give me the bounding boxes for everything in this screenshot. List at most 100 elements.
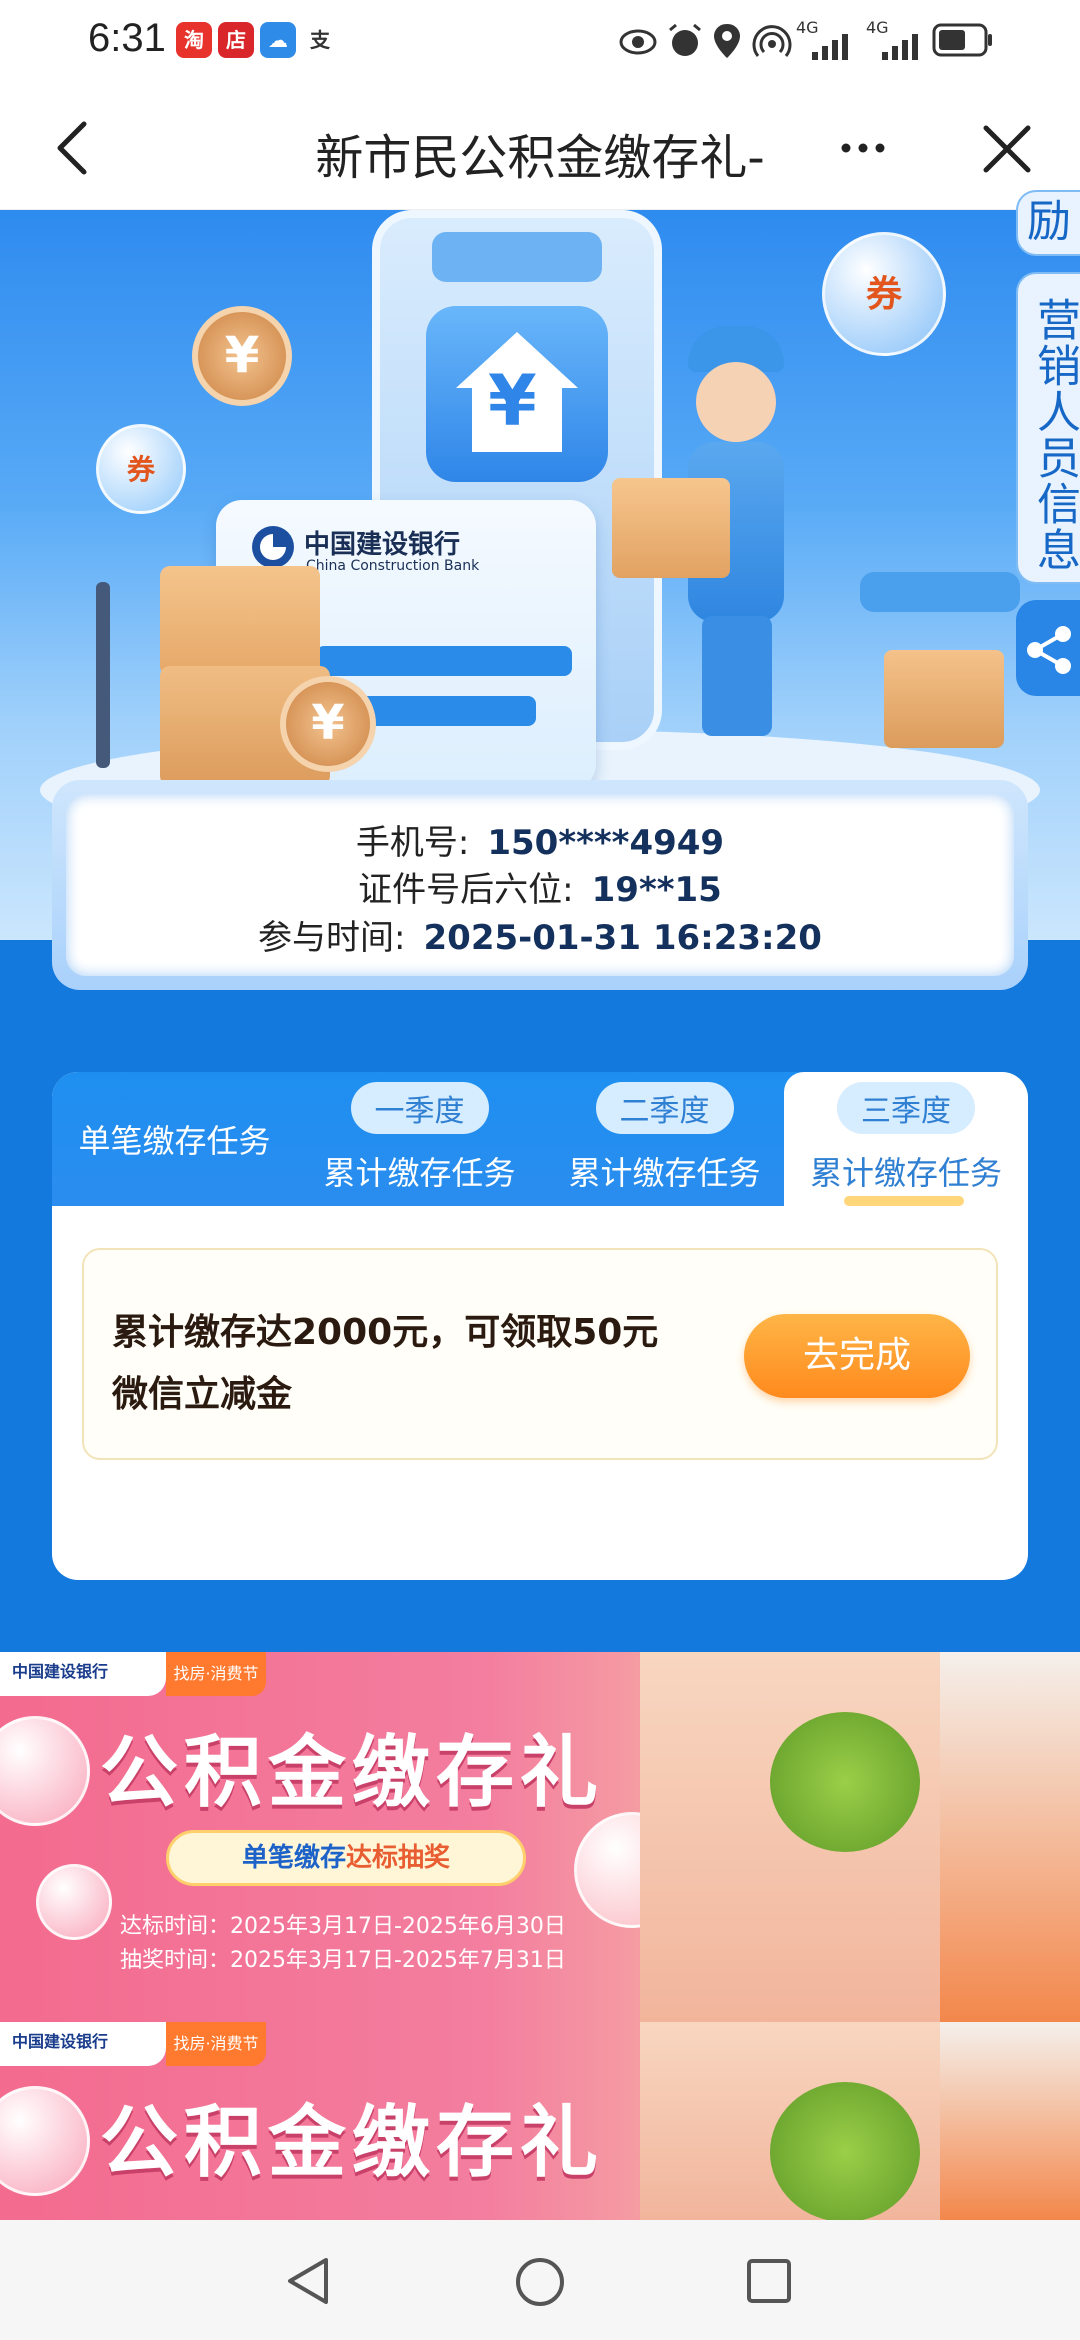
banner-qualify-date: 达标时间：2025年3月17日-2025年6月30日 bbox=[120, 1914, 566, 1939]
red-envelope-bubble bbox=[0, 1716, 90, 1826]
eye-icon bbox=[619, 29, 657, 55]
tab-label: 累计缴存任务 bbox=[323, 1154, 516, 1192]
phone-label: 手机号: bbox=[355, 823, 470, 863]
time-row: 参与时间: 2025-01-31 16:23:20 bbox=[0, 910, 1080, 959]
card-stripe bbox=[316, 646, 572, 676]
banner-logo-text: 中国建设银行 bbox=[12, 2032, 109, 2051]
tab-quarter-pill: 二季度 bbox=[595, 1082, 734, 1134]
bank-name-en: China Construction Bank bbox=[306, 558, 480, 574]
tab-label: 累计缴存任务 bbox=[809, 1154, 1002, 1192]
tree-illustration bbox=[770, 1712, 920, 1852]
alarm-icon bbox=[669, 23, 701, 56]
task-line-1: 累计缴存达2000元，可领取50元 bbox=[112, 1312, 659, 1353]
share-icon bbox=[1027, 626, 1071, 674]
id-value: 19**15 bbox=[591, 870, 722, 910]
banner-subtitle-pill: 单笔缴存达标抽奖 bbox=[166, 1830, 526, 1886]
page-title: 新市民公积金缴存礼- bbox=[315, 130, 765, 186]
banner-bank-logo: 中国建设银行 bbox=[0, 1652, 166, 1696]
side-tab-label: 营销人员信息 bbox=[1029, 297, 1080, 573]
banner-bank-logo: 中国建设银行 bbox=[0, 2022, 166, 2066]
shop-app-icon: 店 bbox=[218, 22, 254, 58]
coupon-text: 券 bbox=[126, 453, 155, 486]
banner-logo-text: 中国建设银行 bbox=[12, 1662, 109, 1681]
task-tab-bar: 单笔缴存任务 一季度 累计缴存任务 二季度 累计缴存任务 三季度 累计缴存任务 bbox=[52, 1072, 1028, 1206]
time-value: 2025-01-31 16:23:20 bbox=[423, 918, 822, 958]
banner-fest-text: 找房·消费节 bbox=[173, 1664, 259, 1683]
parcel-box bbox=[884, 650, 1004, 748]
bank-name-cn: 中国建设银行 bbox=[304, 530, 461, 560]
status-bar: 6:31 淘 店 ☁ 支 4G 4G bbox=[0, 0, 1080, 84]
phone-row: 手机号: 150****4949 bbox=[0, 815, 1080, 864]
banner-fest-tag: 找房·消费节 bbox=[166, 2022, 266, 2066]
nav-bar: 新市民公积金缴存礼- bbox=[0, 84, 1080, 210]
red-envelope-bubble bbox=[0, 2086, 90, 2196]
phone-toolbar bbox=[432, 232, 602, 282]
status-time: 6:31 bbox=[88, 16, 166, 60]
currency-symbol: ¥ bbox=[488, 360, 537, 442]
tab-quarter-pill: 一季度 bbox=[350, 1082, 489, 1134]
id-row: 证件号后六位: 19**15 bbox=[0, 862, 1080, 911]
signal-4g-icon bbox=[812, 34, 848, 60]
id-label: 证件号后六位: bbox=[358, 870, 574, 910]
location-icon bbox=[714, 24, 740, 58]
shop-building bbox=[940, 1652, 1080, 2022]
system-navigation-bar bbox=[0, 2220, 1080, 2340]
tab-single-deposit[interactable]: 单笔缴存任务 bbox=[52, 1072, 297, 1206]
banner-title: 公积金缴存礼 bbox=[100, 1728, 605, 1818]
weather-app-icon: ☁ bbox=[260, 22, 296, 58]
shop-building bbox=[940, 2022, 1080, 2220]
tab-q2-cumulative[interactable]: 二季度 累计缴存任务 bbox=[542, 1072, 787, 1206]
taobao-app-icon: 淘 bbox=[176, 22, 212, 58]
time-label: 参与时间: bbox=[258, 918, 406, 958]
side-tab-sales-info[interactable]: 营销人员信息 bbox=[1016, 272, 1080, 584]
coin-symbol: ¥ bbox=[311, 695, 345, 751]
nav-recents-square-icon[interactable] bbox=[746, 2258, 792, 2304]
banner-pill-rest: 达标抽奖 bbox=[346, 1843, 451, 1873]
nav-home-circle-icon[interactable] bbox=[514, 2256, 566, 2308]
side-tab-label: 励 bbox=[1027, 196, 1071, 247]
banner-fest-text: 找房·消费节 bbox=[173, 2034, 259, 2053]
share-button[interactable] bbox=[1016, 600, 1080, 696]
coupon-text: 券 bbox=[865, 274, 902, 315]
banner-title: 公积金缴存礼 bbox=[100, 2098, 605, 2188]
back-chevron-icon[interactable] bbox=[52, 118, 92, 178]
tab-q3-cumulative[interactable]: 三季度 累计缴存任务 bbox=[784, 1072, 1028, 1206]
red-envelope-bubble bbox=[36, 1864, 112, 1940]
banner-pill-blue: 单笔缴存 bbox=[241, 1843, 346, 1873]
task-line-2: 微信立减金 bbox=[112, 1374, 293, 1415]
tab-quarter-pill: 三季度 bbox=[837, 1082, 975, 1134]
coupon-bubble: 券 bbox=[822, 232, 946, 356]
task-card: 累计缴存达2000元，可领取50元 微信立减金 去完成 bbox=[82, 1248, 998, 1460]
battery-icon bbox=[932, 23, 992, 57]
signal-4g-icon bbox=[882, 34, 918, 60]
close-icon[interactable] bbox=[982, 124, 1032, 174]
more-dots-icon[interactable] bbox=[840, 138, 886, 158]
task-panel: 单笔缴存任务 一季度 累计缴存任务 二季度 累计缴存任务 三季度 累计缴存任务 … bbox=[52, 1072, 1028, 1580]
coupon-bubble: 券 bbox=[96, 424, 186, 514]
tree-illustration bbox=[770, 2082, 920, 2220]
phone-house-tile: ¥ bbox=[426, 306, 608, 482]
parcel-box bbox=[612, 478, 730, 578]
complete-task-button[interactable]: 去完成 bbox=[744, 1314, 970, 1398]
task-description: 累计缴存达2000元，可领取50元 微信立减金 bbox=[112, 1302, 722, 1426]
banner-fest-tag: 找房·消费节 bbox=[166, 1652, 266, 1696]
banner-draw-date: 抽奖时间：2025年3月17日-2025年7月31日 bbox=[120, 1948, 566, 1973]
promo-banner-2[interactable]: 中国建设银行 找房·消费节 公积金缴存礼 bbox=[0, 2022, 1080, 2220]
parcel-box bbox=[160, 566, 320, 676]
hand-truck bbox=[96, 582, 110, 768]
person-face bbox=[696, 362, 776, 442]
coin-illustration: ¥ bbox=[192, 306, 292, 406]
side-tab-reward[interactable]: 励 bbox=[1016, 190, 1080, 256]
alipay-icon: 支 bbox=[302, 22, 338, 58]
promo-banner-1[interactable]: 中国建设银行 找房·消费节 公积金缴存礼 单笔缴存达标抽奖 达标时间：2025年… bbox=[0, 1652, 1080, 2022]
tab-label: 累计缴存任务 bbox=[568, 1154, 761, 1192]
coin-symbol: ¥ bbox=[224, 326, 260, 384]
drone bbox=[860, 572, 1020, 612]
ccb-logo-icon bbox=[252, 526, 294, 568]
tab-q1-cumulative[interactable]: 一季度 累计缴存任务 bbox=[297, 1072, 542, 1206]
nav-back-triangle-icon[interactable] bbox=[284, 2256, 332, 2306]
tab-label: 单笔缴存任务 bbox=[78, 1122, 271, 1160]
active-tab-indicator bbox=[844, 1196, 964, 1206]
phone-value: 150****4949 bbox=[487, 823, 725, 863]
coin-illustration: ¥ bbox=[280, 676, 376, 772]
